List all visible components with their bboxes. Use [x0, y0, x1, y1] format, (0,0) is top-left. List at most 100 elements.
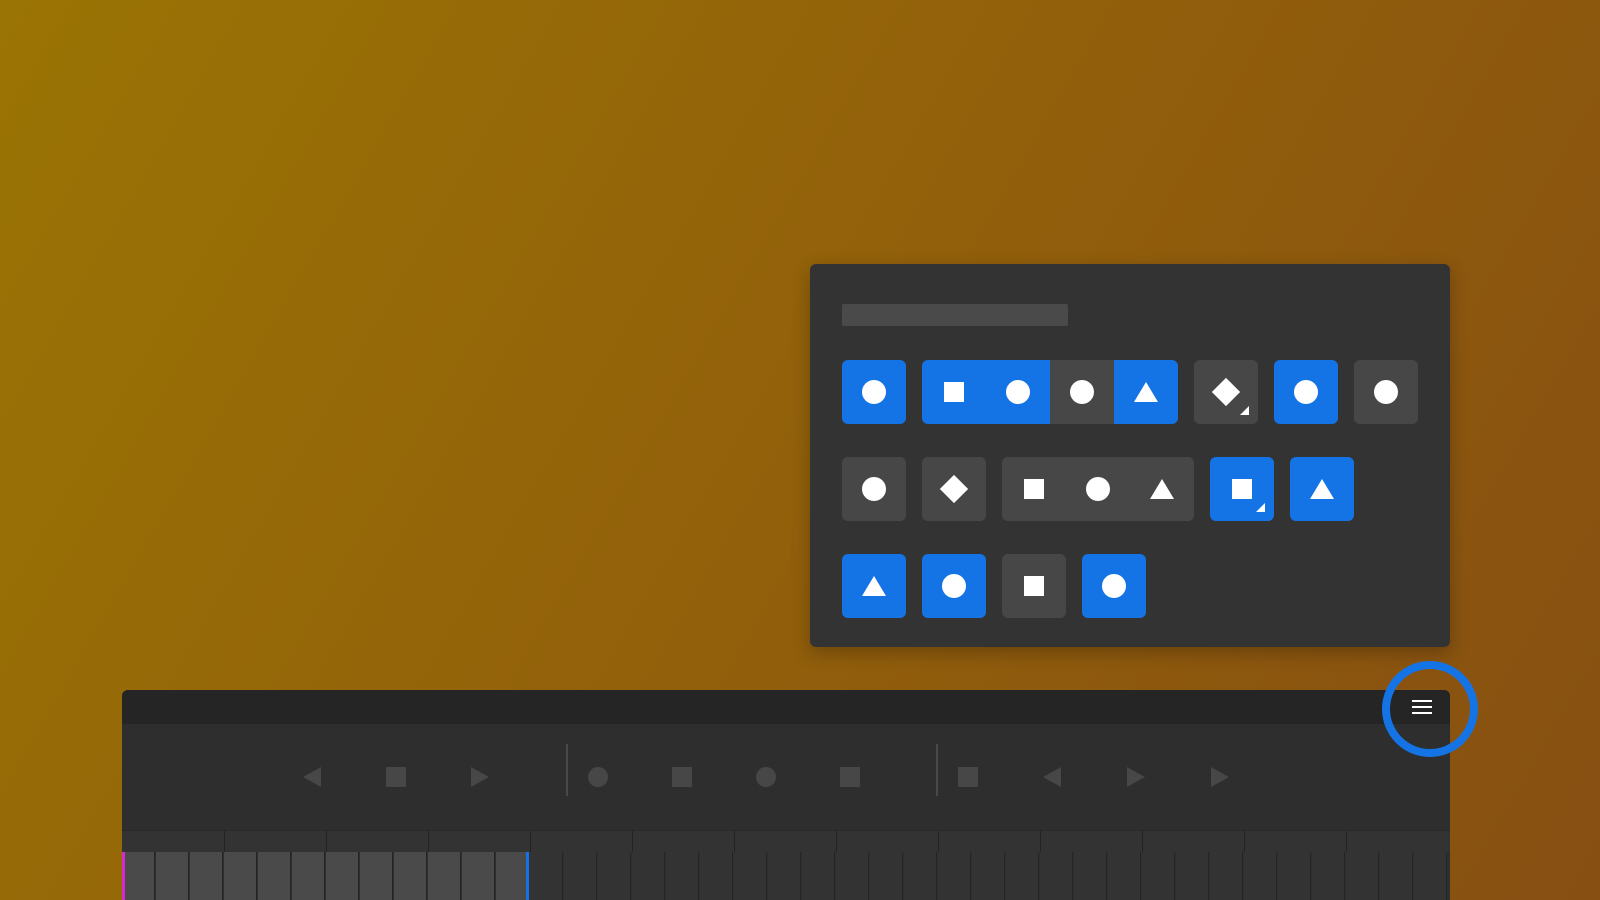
- timeline-cell[interactable]: [768, 852, 801, 900]
- circle-segment[interactable]: [922, 554, 986, 618]
- diamond-button[interactable]: [922, 457, 986, 521]
- diamond-button[interactable]: [1194, 360, 1258, 424]
- timeline-cell[interactable]: [462, 852, 495, 900]
- timeline-cell[interactable]: [870, 852, 903, 900]
- timeline-cell[interactable]: [1312, 852, 1345, 900]
- triangle-left-control[interactable]: [298, 763, 326, 791]
- square-icon: [1024, 479, 1044, 499]
- triangle-button[interactable]: [842, 554, 906, 618]
- triangle-right-control[interactable]: [1122, 763, 1150, 791]
- timeline-cell[interactable]: [1006, 852, 1039, 900]
- square-control[interactable]: [954, 763, 982, 791]
- timeline-cell[interactable]: [938, 852, 971, 900]
- shape-group-button[interactable]: [922, 360, 1178, 424]
- timeline-cell[interactable]: [836, 852, 869, 900]
- square-segment[interactable]: [922, 360, 986, 424]
- timeline-cell[interactable]: [734, 852, 767, 900]
- timeline-cell[interactable]: [496, 852, 529, 900]
- timeline-cell[interactable]: [156, 852, 189, 900]
- timeline-cell[interactable]: [360, 852, 393, 900]
- triangle-icon: [1134, 382, 1158, 402]
- circle-control[interactable]: [584, 763, 612, 791]
- square-icon: [386, 767, 406, 787]
- timeline-track[interactable]: [122, 852, 1450, 900]
- square-control[interactable]: [382, 763, 410, 791]
- square-button[interactable]: [1002, 554, 1066, 618]
- circle-icon: [1086, 477, 1110, 501]
- diamond-icon: [939, 474, 969, 504]
- circle-segment[interactable]: [1082, 554, 1146, 618]
- triangle-button[interactable]: [1290, 457, 1354, 521]
- circle-segment[interactable]: [986, 360, 1050, 424]
- timeline-cell[interactable]: [428, 852, 461, 900]
- timeline-cell[interactable]: [1074, 852, 1107, 900]
- square-icon: [1232, 479, 1252, 499]
- timeline-cell[interactable]: [666, 852, 699, 900]
- timeline-cell[interactable]: [292, 852, 325, 900]
- timeline-cell[interactable]: [224, 852, 257, 900]
- circle-button[interactable]: [1082, 554, 1146, 618]
- triangle-segment[interactable]: [1130, 457, 1194, 521]
- timeline-cell[interactable]: [564, 852, 597, 900]
- timeline-ruler[interactable]: [122, 830, 1450, 853]
- timeline-cell[interactable]: [598, 852, 631, 900]
- circle-button[interactable]: [1274, 360, 1338, 424]
- triangle-left-control[interactable]: [1038, 763, 1066, 791]
- timeline-cell[interactable]: [1210, 852, 1243, 900]
- timeline-cell[interactable]: [190, 852, 223, 900]
- timeline-cell[interactable]: [904, 852, 937, 900]
- timeline-cell[interactable]: [326, 852, 359, 900]
- hamburger-menu-icon[interactable]: [1410, 694, 1434, 720]
- timeline-cell[interactable]: [802, 852, 835, 900]
- circle-control[interactable]: [752, 763, 780, 791]
- triangle-segment[interactable]: [1114, 360, 1178, 424]
- square-control[interactable]: [836, 763, 864, 791]
- circle-segment[interactable]: [842, 457, 906, 521]
- timeline-cell[interactable]: [1244, 852, 1277, 900]
- timeline-cell[interactable]: [258, 852, 291, 900]
- timeline-cell[interactable]: [122, 852, 155, 900]
- circle-segment[interactable]: [1354, 360, 1418, 424]
- diamond-segment[interactable]: [922, 457, 986, 521]
- playhead[interactable]: [526, 852, 529, 900]
- triangle-right-control[interactable]: [466, 763, 494, 791]
- shape-group-button[interactable]: [1002, 457, 1194, 521]
- circle-segment[interactable]: [1274, 360, 1338, 424]
- square-segment[interactable]: [1002, 457, 1066, 521]
- transport-header: [122, 690, 1450, 724]
- ruler-tick: [326, 831, 327, 853]
- circle-segment[interactable]: [1066, 457, 1130, 521]
- timeline-cell[interactable]: [1142, 852, 1175, 900]
- timeline-cell[interactable]: [1380, 852, 1413, 900]
- timeline-cell[interactable]: [632, 852, 665, 900]
- timeline-cell[interactable]: [972, 852, 1005, 900]
- circle-segment[interactable]: [1050, 360, 1114, 424]
- square-segment[interactable]: [1002, 554, 1066, 618]
- timeline-cell[interactable]: [700, 852, 733, 900]
- triangle-right-icon: [1211, 767, 1229, 787]
- triangle-right-control[interactable]: [1206, 763, 1234, 791]
- ruler-tick: [734, 831, 735, 853]
- triangle-segment[interactable]: [1290, 457, 1354, 521]
- transport-controls: [122, 724, 1450, 830]
- timeline-cell[interactable]: [1040, 852, 1073, 900]
- timeline-cell[interactable]: [394, 852, 427, 900]
- timeline-cell[interactable]: [1108, 852, 1141, 900]
- timeline-cell[interactable]: [1176, 852, 1209, 900]
- diamond-segment[interactable]: [1194, 360, 1258, 424]
- circle-segment[interactable]: [842, 360, 906, 424]
- circle-button[interactable]: [842, 457, 906, 521]
- circle-button[interactable]: [922, 554, 986, 618]
- timeline-cell[interactable]: [1278, 852, 1311, 900]
- square-button[interactable]: [1210, 457, 1274, 521]
- square-icon: [672, 767, 692, 787]
- square-control[interactable]: [668, 763, 696, 791]
- timeline-cell[interactable]: [1414, 852, 1447, 900]
- square-segment[interactable]: [1210, 457, 1274, 521]
- timeline-cell[interactable]: [530, 852, 563, 900]
- circle-icon: [1294, 380, 1318, 404]
- timeline-cell[interactable]: [1346, 852, 1379, 900]
- circle-button[interactable]: [842, 360, 906, 424]
- triangle-segment[interactable]: [842, 554, 906, 618]
- circle-button[interactable]: [1354, 360, 1418, 424]
